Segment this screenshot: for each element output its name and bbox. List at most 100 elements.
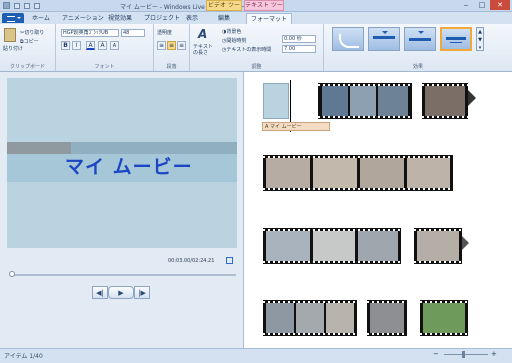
edit-text-icon: A [198, 27, 208, 41]
transition-arrow-icon [468, 90, 476, 106]
paste-icon [4, 28, 16, 42]
video-tools-label: ビデオ ツール [206, 0, 242, 19]
video-clip[interactable] [263, 228, 401, 264]
shrink-font-button[interactable]: A [110, 41, 119, 50]
tab-edit[interactable]: 編集 [214, 13, 234, 24]
film-sprockets [263, 261, 401, 263]
chevron-down-icon [17, 17, 21, 19]
font-size-select[interactable]: 48 [121, 29, 145, 37]
text-duration-label: ◷テキストの表示時間 [222, 47, 272, 53]
tab-project[interactable]: プロジェクト [140, 13, 184, 24]
transparency-button[interactable]: 透明度 [157, 29, 172, 36]
video-clip[interactable] [422, 83, 468, 119]
arrow-down-icon [418, 31, 424, 34]
previous-frame-button[interactable]: ◀| [92, 286, 108, 299]
background-color-button[interactable]: ◑背景色 [222, 28, 241, 35]
font-family-select[interactable]: HGP創英角ｺﾞｼｯｸUB [61, 29, 119, 37]
paste-button[interactable]: 貼り付け [3, 45, 23, 52]
video-preview[interactable]: マイ ムービー [7, 78, 237, 248]
save-icon[interactable] [14, 3, 20, 9]
film-sprockets [420, 333, 468, 335]
start-time-input[interactable]: 0.00 秒 [282, 35, 316, 43]
video-clip[interactable] [318, 83, 412, 119]
align-center-button[interactable]: ≡ [167, 41, 176, 50]
title-band-dark [7, 142, 71, 154]
ribbon-tabs: ホーム アニメーション 視覚効果 プロジェクト 表示 編集 フォーマット [0, 12, 512, 25]
preview-title-text: マイ ムービー [65, 156, 193, 178]
text-bar [409, 38, 431, 41]
text-duration-button[interactable]: テキストの長さ [193, 44, 217, 56]
clip-frame [425, 86, 465, 116]
grow-font-button[interactable]: A [98, 41, 107, 50]
zoom-slider[interactable] [444, 354, 488, 355]
zoom-out-button[interactable]: − [433, 350, 441, 358]
start-time-label: ◷開始時刻 [222, 38, 247, 44]
film-sprockets [367, 333, 407, 335]
align-left-button[interactable]: ≡ [157, 41, 166, 50]
undo-icon[interactable] [24, 3, 30, 9]
film-sprockets [263, 333, 357, 335]
curve-icon [339, 34, 359, 48]
clip-frame [266, 231, 310, 261]
zoom-thumb[interactable] [462, 351, 465, 358]
video-clip[interactable] [367, 300, 407, 336]
video-clip[interactable] [263, 300, 357, 336]
seek-bar[interactable] [10, 274, 236, 276]
paragraph-group: 透明度 ≡ ≡ ≡ 段落 [154, 24, 190, 71]
close-button[interactable]: ✕ [490, 0, 510, 10]
file-menu-button[interactable] [2, 13, 24, 23]
film-sprockets [414, 261, 462, 263]
text-bar [373, 36, 395, 39]
tab-visual-effects[interactable]: 視覚効果 [104, 13, 136, 24]
duration-select[interactable]: 7.00 [282, 45, 316, 53]
effects-scroll[interactable]: ▲ ▼ ▾ [476, 27, 484, 51]
effect-thumbnail-4-selected[interactable] [440, 27, 472, 51]
title-clip[interactable] [263, 83, 289, 119]
tab-animation[interactable]: アニメーション [58, 13, 108, 24]
seek-thumb[interactable] [9, 271, 15, 277]
film-sprockets [263, 188, 453, 190]
zoom-in-button[interactable]: + [491, 350, 499, 358]
menu-icon [7, 16, 15, 22]
cut-button[interactable]: ✂切り取り [20, 29, 44, 36]
redo-icon[interactable] [34, 3, 40, 9]
tab-home[interactable]: ホーム [28, 13, 54, 24]
app-menu-icon[interactable] [3, 2, 10, 9]
italic-button[interactable]: I [72, 41, 81, 50]
maximize-button[interactable]: □ [474, 0, 490, 10]
effect-thumbnail-2[interactable] [368, 27, 400, 51]
font-color-button[interactable]: A [86, 41, 95, 50]
adjust-group-label: 調整 [251, 64, 262, 70]
video-clip[interactable] [414, 228, 462, 264]
clip-frame [360, 158, 404, 188]
title-caption-bar[interactable]: A マイ ムービー [262, 122, 330, 131]
effect-thumbnail-3[interactable] [404, 27, 436, 51]
copy-button[interactable]: ⧉コピー [20, 38, 39, 45]
bold-button[interactable]: B [61, 41, 70, 50]
align-right-button[interactable]: ≡ [177, 41, 186, 50]
tab-view[interactable]: 表示 [182, 13, 202, 24]
timecode: 00:03.00/02:24.21 [168, 258, 215, 264]
video-clip[interactable] [263, 155, 453, 191]
clip-frame [313, 231, 355, 261]
next-frame-button[interactable]: |▶ [134, 286, 150, 299]
text-bar [446, 37, 466, 40]
clip-frame [358, 231, 398, 261]
effect-thumbnail-1[interactable] [332, 27, 364, 51]
clip-frame [296, 303, 324, 333]
clip-frame [423, 303, 465, 333]
clipboard-group-label: クリップボード [9, 64, 45, 70]
text-tools-label: テキスト ツール [244, 0, 284, 19]
clip-frame [313, 158, 357, 188]
minimize-button[interactable]: ‒ [458, 0, 474, 10]
arrow-down-icon [382, 31, 388, 34]
font-group: HGP創英角ｺﾞｼｯｸUB 48 B I A A A フォント [56, 24, 154, 71]
clip-frame [322, 86, 348, 116]
fullscreen-icon[interactable] [226, 257, 233, 264]
film-sprockets [422, 116, 468, 118]
playback-controls: ◀| ▶ |▶ [92, 286, 150, 299]
video-clip[interactable] [420, 300, 468, 336]
play-button[interactable]: ▶ [108, 286, 134, 299]
film-sprockets [318, 116, 412, 118]
clip-frame [417, 231, 459, 261]
